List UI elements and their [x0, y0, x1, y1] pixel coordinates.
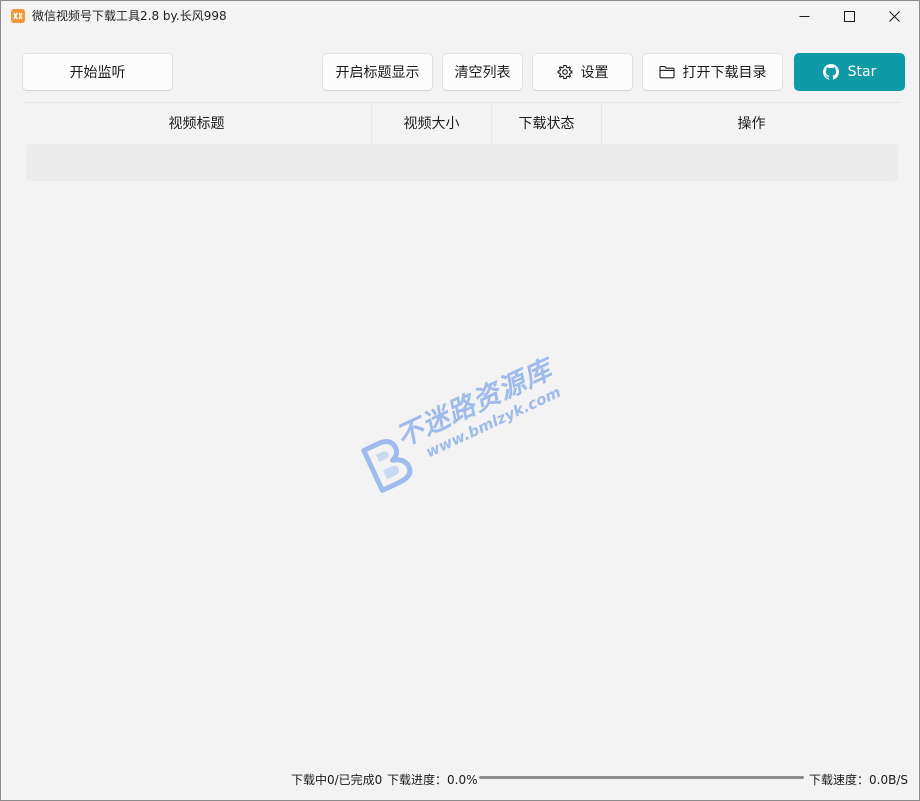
- download-count-status: 下载中0/已完成0: [291, 773, 383, 787]
- close-icon: [889, 11, 900, 22]
- start-listen-label: 开始监听: [69, 65, 126, 81]
- status-bar: 下载中0/已完成0 下载进度：0.0% 下载速度：0.0B/S: [1, 766, 919, 790]
- minimize-button[interactable]: [782, 1, 828, 32]
- column-header-title[interactable]: 视频标题: [22, 103, 371, 145]
- title-bar[interactable]: 微信视频号下载工具2.8 by.长风998: [1, 1, 919, 32]
- open-download-dir-label: 打开下载目录: [682, 65, 767, 81]
- column-header-size[interactable]: 视频大小: [372, 103, 491, 145]
- close-button[interactable]: [872, 1, 918, 32]
- settings-label: 设置: [580, 65, 609, 81]
- window-title: 微信视频号下载工具2.8 by.长风998: [32, 9, 227, 23]
- download-speed-status: 下载速度：0.0B/S: [809, 773, 908, 787]
- minimize-icon: [799, 16, 810, 17]
- column-header-status[interactable]: 下载状态: [492, 103, 601, 145]
- download-progress-bar: [479, 776, 804, 779]
- github-icon: [822, 64, 839, 80]
- clear-list-button[interactable]: 清空列表: [442, 53, 523, 91]
- maximize-icon: [844, 11, 855, 22]
- github-star-label: Star: [847, 64, 877, 80]
- title-display-label: 开启标题显示: [335, 65, 420, 81]
- github-star-button[interactable]: Star: [794, 53, 905, 91]
- folder-icon: [658, 65, 675, 79]
- column-header-operations[interactable]: 操作: [602, 103, 901, 145]
- download-progress-text: 下载进度：0.0%: [387, 773, 478, 787]
- maximize-button[interactable]: [827, 1, 873, 32]
- table-empty-row: [26, 144, 898, 181]
- open-download-dir-button[interactable]: 打开下载目录: [642, 53, 783, 91]
- clear-list-label: 清空列表: [454, 65, 511, 81]
- watermark: 不迷路资源库 www.bmlzyk.com: [321, 283, 620, 529]
- app-logo-icon: [11, 9, 25, 23]
- app-window: 微信视频号下载工具2.8 by.长风998 开始监听 开启标题显示 清空列表 设…: [0, 0, 920, 801]
- settings-button[interactable]: 设置: [532, 53, 633, 91]
- start-listen-button[interactable]: 开始监听: [22, 53, 173, 91]
- table-header: 视频标题 视频大小 下载状态 操作: [22, 102, 901, 145]
- gear-icon: [557, 64, 573, 80]
- title-display-button[interactable]: 开启标题显示: [322, 53, 433, 91]
